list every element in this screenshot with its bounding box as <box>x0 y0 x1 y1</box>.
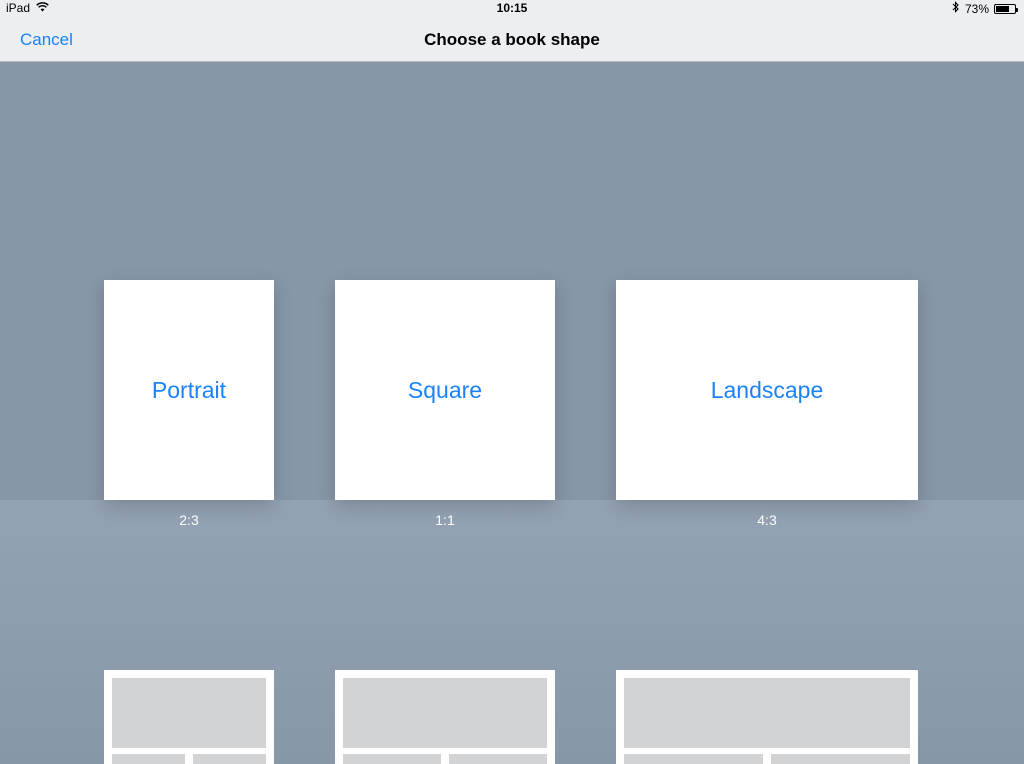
battery-percent: 73% <box>964 1 989 16</box>
thumbnail-photo-placeholder <box>343 678 547 748</box>
thumbnail-photo-placeholder <box>343 754 441 764</box>
landscape-label: Landscape <box>710 376 824 403</box>
thumbnail-photo-placeholder <box>624 678 910 748</box>
bluetooth-icon <box>952 1 960 16</box>
thumbnail-photo-placeholder <box>449 754 547 764</box>
thumbnail-row <box>112 754 266 764</box>
thumbnail-row <box>343 754 547 764</box>
battery-icon <box>994 3 1018 14</box>
portrait-ratio: 2:3 <box>179 512 199 528</box>
thumbnail-photo-placeholder <box>112 678 266 748</box>
thumbnail-row <box>624 754 910 764</box>
navigation-bar: Cancel Choose a book shape <box>0 18 1024 62</box>
portrait-layout-thumbnail[interactable] <box>104 670 274 764</box>
page-title: Choose a book shape <box>424 30 600 49</box>
square-shape-card[interactable]: Square <box>335 280 555 500</box>
status-right: 73% <box>952 1 1018 16</box>
thumbnail-photo-placeholder <box>624 754 763 764</box>
landscape-ratio: 4:3 <box>757 512 777 528</box>
status-bar: iPad 10:15 73% <box>0 0 1024 18</box>
square-label: Square <box>407 376 483 403</box>
portrait-shape-card[interactable]: Portrait <box>104 280 274 500</box>
portrait-label: Portrait <box>151 376 227 403</box>
square-layout-thumbnail[interactable] <box>335 670 555 764</box>
battery-tip <box>1016 7 1018 12</box>
thumbnail-photo-placeholder <box>193 754 266 764</box>
thumbnail-photo-placeholder <box>112 754 185 764</box>
landscape-layout-thumbnail[interactable] <box>616 670 918 764</box>
landscape-shape-card[interactable]: Landscape <box>616 280 918 500</box>
square-ratio: 1:1 <box>435 512 455 528</box>
battery-fill <box>996 5 1010 12</box>
thumbnail-photo-placeholder <box>771 754 910 764</box>
status-time: 10:15 <box>496 1 528 15</box>
